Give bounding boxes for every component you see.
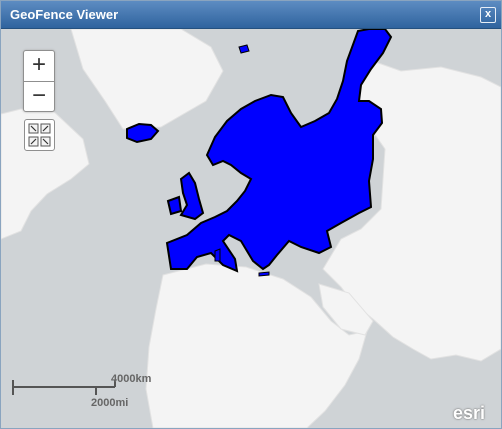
geofence-svalbard[interactable] — [238, 44, 250, 54]
basemap — [1, 29, 501, 428]
geofence-sardinia[interactable] — [214, 248, 221, 262]
title-bar[interactable]: GeoFence Viewer x — [1, 1, 501, 29]
map-view[interactable] — [1, 29, 501, 428]
close-button[interactable]: x — [480, 7, 496, 23]
geofence-crete[interactable] — [258, 271, 270, 277]
zoom-control: + − — [23, 50, 55, 112]
scale-mi-label: 2000mi — [91, 397, 129, 409]
zoom-in-button[interactable]: + — [24, 51, 54, 81]
full-extent-icon — [28, 123, 51, 147]
esri-logo: esri — [453, 403, 486, 423]
scale-km-label: 4000km — [111, 373, 152, 385]
full-extent-button[interactable] — [24, 119, 55, 151]
window-title: GeoFence Viewer — [10, 7, 119, 22]
geofence-ireland[interactable] — [166, 195, 183, 216]
zoom-out-button[interactable]: − — [24, 81, 54, 112]
geofence-viewer-window: GeoFence Viewer x + − 4000km 2000mi esri — [0, 0, 502, 429]
